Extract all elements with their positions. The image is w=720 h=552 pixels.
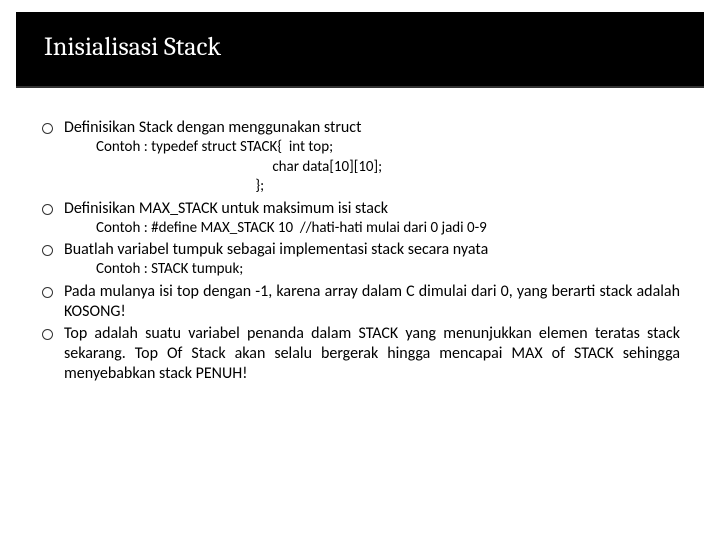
item-sub: Contoh : typedef struct STACK{ int top; …	[64, 138, 680, 197]
bullet-list: Definisikan Stack dengan menggunakan str…	[40, 118, 680, 384]
item-sub: Contoh : #define MAX_STACK 10 //hati-hat…	[64, 219, 680, 239]
list-item: Definisikan Stack dengan menggunakan str…	[40, 118, 680, 197]
list-item: Buatlah variabel tumpuk sebagai implemen…	[40, 240, 680, 280]
title-bar: Inisialisasi Stack	[16, 12, 704, 88]
slide-content: Definisikan Stack dengan menggunakan str…	[0, 88, 720, 384]
item-text: Top adalah suatu variabel penanda dalam …	[64, 324, 680, 383]
list-item: Top adalah suatu variabel penanda dalam …	[40, 324, 680, 384]
slide-title: Inisialisasi Stack	[44, 32, 676, 62]
slide: Inisialisasi Stack Definisikan Stack den…	[0, 12, 720, 552]
item-text: Definisikan MAX_STACK untuk maksimum isi…	[64, 199, 388, 218]
list-item: Definisikan MAX_STACK untuk maksimum isi…	[40, 199, 680, 239]
item-text: Definisikan Stack dengan menggunakan str…	[64, 118, 361, 137]
item-text: Buatlah variabel tumpuk sebagai implemen…	[64, 240, 488, 259]
list-item: Pada mulanya isi top dengan -1, karena a…	[40, 282, 680, 322]
item-text: Pada mulanya isi top dengan -1, karena a…	[64, 282, 680, 321]
item-sub: Contoh : STACK tumpuk;	[64, 260, 680, 280]
